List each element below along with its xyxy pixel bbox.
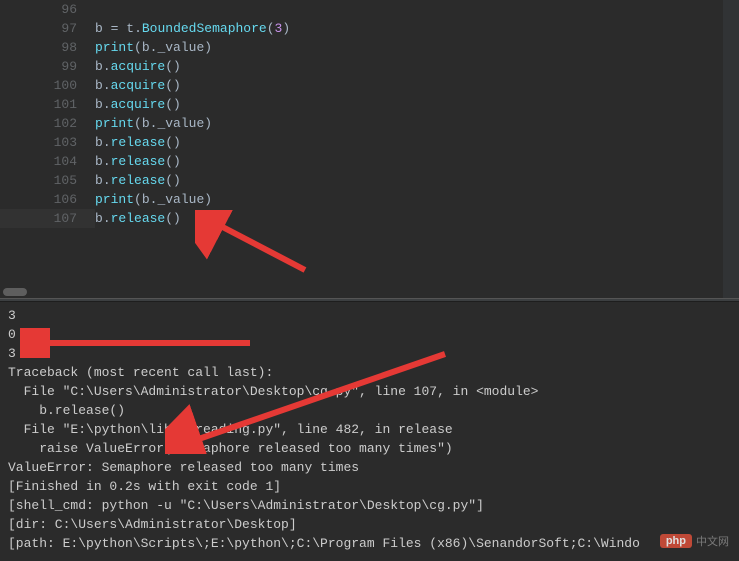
line-number: 104 bbox=[0, 152, 95, 171]
terminal-line: [dir: C:\Users\Administrator\Desktop] bbox=[8, 515, 731, 534]
code-line[interactable]: 107b.release() bbox=[0, 209, 739, 228]
code-content[interactable]: b.release() bbox=[95, 171, 739, 190]
terminal-line: [shell_cmd: python -u "C:\Users\Administ… bbox=[8, 496, 731, 515]
watermark-badge: php bbox=[660, 534, 692, 548]
terminal-line: 3 bbox=[8, 306, 731, 325]
line-number: 101 bbox=[0, 95, 95, 114]
line-number: 96 bbox=[0, 0, 95, 19]
code-content[interactable]: print(b._value) bbox=[95, 38, 739, 57]
line-number: 97 bbox=[0, 19, 95, 38]
code-content[interactable]: b = t.BoundedSemaphore(3) bbox=[95, 19, 739, 38]
code-content[interactable]: b.acquire() bbox=[95, 57, 739, 76]
line-number: 106 bbox=[0, 190, 95, 209]
terminal-line: 3 bbox=[8, 344, 731, 363]
code-content[interactable]: print(b._value) bbox=[95, 114, 739, 133]
terminal-line: b.release() bbox=[8, 401, 731, 420]
code-line[interactable]: 100b.acquire() bbox=[0, 76, 739, 95]
code-line[interactable]: 101b.acquire() bbox=[0, 95, 739, 114]
code-line[interactable]: 98print(b._value) bbox=[0, 38, 739, 57]
line-number: 102 bbox=[0, 114, 95, 133]
terminal-line: [Finished in 0.2s with exit code 1] bbox=[8, 477, 731, 496]
code-content[interactable]: print(b._value) bbox=[95, 190, 739, 209]
code-content[interactable]: b.release() bbox=[95, 133, 739, 152]
code-content[interactable]: b.acquire() bbox=[95, 76, 739, 95]
code-line[interactable]: 104b.release() bbox=[0, 152, 739, 171]
horizontal-scrollbar[interactable] bbox=[3, 288, 27, 296]
line-number: 99 bbox=[0, 57, 95, 76]
code-line[interactable]: 102print(b._value) bbox=[0, 114, 739, 133]
terminal-line: File "C:\Users\Administrator\Desktop\cg.… bbox=[8, 382, 731, 401]
line-number: 100 bbox=[0, 76, 95, 95]
terminal-line: File "E:\python\lib\threading.py", line … bbox=[8, 420, 731, 439]
terminal-line: [path: E:\python\Scripts\;E:\python\;C:\… bbox=[8, 534, 731, 553]
code-line[interactable]: 97b = t.BoundedSemaphore(3) bbox=[0, 19, 739, 38]
line-number: 107 bbox=[0, 209, 95, 228]
watermark-text: 中文网 bbox=[696, 533, 729, 549]
terminal-line: Traceback (most recent call last): bbox=[8, 363, 731, 382]
code-line[interactable]: 105b.release() bbox=[0, 171, 739, 190]
terminal-line: raise ValueError("Semaphore released too… bbox=[8, 439, 731, 458]
terminal-line: ValueError: Semaphore released too many … bbox=[8, 458, 731, 477]
minimap[interactable] bbox=[723, 0, 739, 298]
code-line[interactable]: 106print(b._value) bbox=[0, 190, 739, 209]
line-number: 105 bbox=[0, 171, 95, 190]
line-number: 103 bbox=[0, 133, 95, 152]
code-content[interactable] bbox=[95, 0, 739, 19]
code-content[interactable]: b.acquire() bbox=[95, 95, 739, 114]
line-number: 98 bbox=[0, 38, 95, 57]
terminal-output-panel[interactable]: 303Traceback (most recent call last): Fi… bbox=[0, 302, 739, 561]
code-line[interactable]: 96 bbox=[0, 0, 739, 19]
code-editor-panel[interactable]: 9697b = t.BoundedSemaphore(3)98print(b._… bbox=[0, 0, 739, 298]
code-line[interactable]: 99b.acquire() bbox=[0, 57, 739, 76]
code-content[interactable]: b.release() bbox=[95, 209, 739, 228]
terminal-line: 0 bbox=[8, 325, 731, 344]
watermark: php 中文网 bbox=[660, 533, 729, 549]
code-line[interactable]: 103b.release() bbox=[0, 133, 739, 152]
code-content[interactable]: b.release() bbox=[95, 152, 739, 171]
